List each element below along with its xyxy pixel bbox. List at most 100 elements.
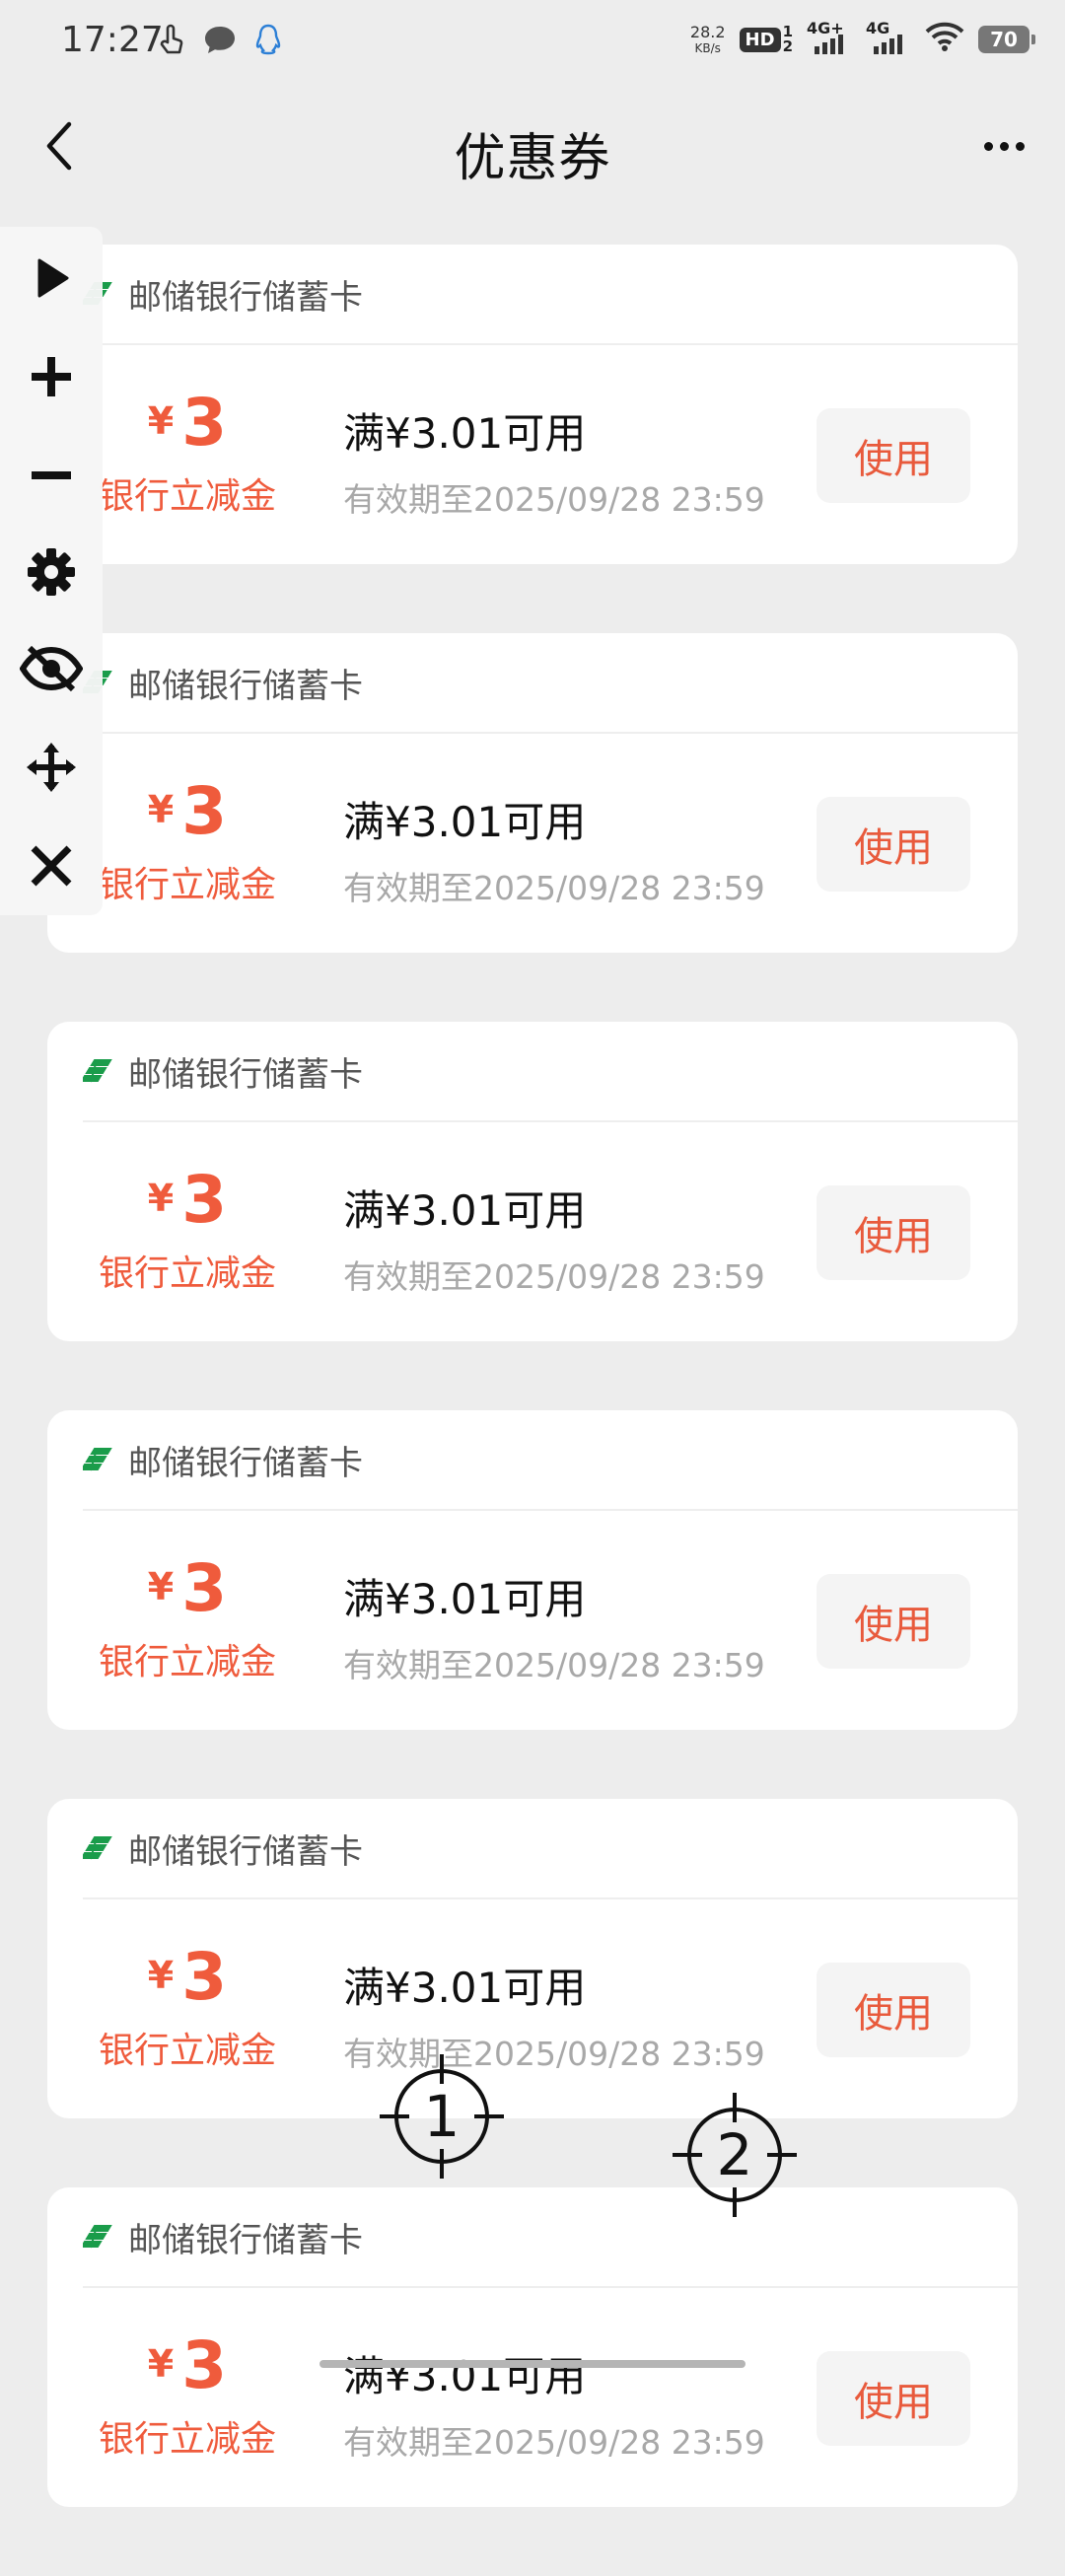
coupon-amount: ¥3 — [47, 2333, 327, 2398]
coupon-list: 邮储银行储蓄卡 ¥3 银行立减金 满¥3.01可用 有效期至2025/09/28… — [47, 245, 1018, 2576]
coupon-card[interactable]: 邮储银行储蓄卡 ¥3 银行立减金 满¥3.01可用 有效期至2025/09/28… — [47, 2187, 1018, 2507]
network-speed-unit: KB/s — [694, 41, 721, 55]
tap-marker-1: 1 — [380, 2054, 504, 2179]
more-options-button[interactable] — [972, 122, 1035, 170]
network-speed: 28.2 KB/s — [689, 23, 726, 56]
amount-value: 3 — [181, 2327, 228, 2403]
postal-bank-logo-icon — [83, 1833, 112, 1863]
use-coupon-button[interactable]: 使用 — [816, 408, 970, 503]
minus-icon — [32, 471, 71, 479]
coupon-condition: 满¥3.01可用 — [343, 409, 587, 458]
move-toolbar-handle[interactable] — [0, 728, 103, 807]
zoom-in-button[interactable] — [0, 337, 103, 416]
postal-bank-logo-icon — [83, 1445, 112, 1474]
close-toolbar-button[interactable] — [0, 826, 103, 905]
coupon-condition: 满¥3.01可用 — [343, 798, 587, 846]
coupon-amount-box: ¥3 银行立减金 — [47, 1168, 327, 1296]
coupon-card-header: 邮储银行储蓄卡 — [83, 1022, 1018, 1122]
currency-symbol: ¥ — [147, 788, 175, 831]
more-dots-icon — [983, 141, 993, 151]
floating-toolbar — [0, 227, 103, 915]
zoom-out-button[interactable] — [0, 436, 103, 515]
coupon-type-label: 银行立减金 — [98, 2031, 276, 2071]
use-coupon-button[interactable]: 使用 — [816, 1185, 970, 1280]
coupon-type-label: 银行立减金 — [98, 1253, 276, 1294]
coupon-expiry: 有效期至2025/09/28 23:59 — [343, 869, 765, 907]
use-coupon-button[interactable]: 使用 — [816, 1963, 970, 2057]
tap-marker-2: 2 — [673, 2093, 797, 2217]
coupon-amount-box: ¥3 银行立减金 — [47, 1556, 327, 1684]
currency-symbol: ¥ — [147, 1177, 175, 1220]
coupon-card[interactable]: 邮储银行储蓄卡 ¥3 银行立减金 满¥3.01可用 有效期至2025/09/28… — [47, 633, 1018, 953]
use-coupon-button[interactable]: 使用 — [816, 2351, 970, 2446]
sim2-network-label: 4G — [866, 19, 890, 37]
coupon-amount-box: ¥3 银行立减金 — [47, 1945, 327, 2073]
coupon-card[interactable]: 邮储银行储蓄卡 ¥3 银行立减金 满¥3.01可用 有效期至2025/09/28… — [47, 245, 1018, 564]
coupon-card-header: 邮储银行储蓄卡 — [83, 245, 1018, 345]
wifi-icon — [925, 22, 964, 57]
coupon-card-header: 邮储银行储蓄卡 — [83, 2187, 1018, 2288]
status-time: 17:27 — [61, 20, 164, 60]
coupon-expiry: 有效期至2025/09/28 23:59 — [343, 480, 765, 519]
eye-off-icon — [20, 645, 83, 692]
network-speed-value: 28.2 — [689, 23, 726, 41]
amount-value: 3 — [181, 1550, 228, 1626]
coupon-card[interactable]: 邮储银行储蓄卡 ¥3 银行立减金 满¥3.01可用 有效期至2025/09/28… — [47, 1410, 1018, 1730]
use-coupon-button[interactable]: 使用 — [816, 797, 970, 892]
coupon-amount: ¥3 — [47, 1945, 327, 2010]
currency-symbol: ¥ — [147, 1565, 175, 1609]
coupon-condition: 满¥3.01可用 — [343, 1575, 587, 1623]
coupon-expiry: 有效期至2025/09/28 23:59 — [343, 2423, 765, 2462]
coupon-type-label: 银行立减金 — [98, 2419, 276, 2460]
amount-value: 3 — [181, 385, 228, 461]
page-title: 优惠券 — [454, 129, 611, 188]
coupon-condition: 满¥3.01可用 — [343, 1186, 587, 1235]
coupon-card-header: 邮储银行储蓄卡 — [83, 1410, 1018, 1511]
coupon-card[interactable]: 邮储银行储蓄卡 ¥3 银行立减金 满¥3.01可用 有效期至2025/09/28… — [47, 1799, 1018, 2118]
signal-sim1-icon: 4G+ — [807, 19, 852, 54]
plus-icon — [32, 357, 71, 396]
hd-sub-2: 2 — [782, 37, 793, 55]
postal-bank-logo-icon — [83, 2222, 112, 2252]
status-notification-icons — [158, 22, 282, 61]
bank-name: 邮储银行储蓄卡 — [128, 2220, 363, 2260]
bank-name: 邮储银行储蓄卡 — [128, 277, 363, 318]
coupon-amount: ¥3 — [47, 1168, 327, 1233]
coupon-condition: 满¥3.01可用 — [343, 1964, 587, 2012]
amount-value: 3 — [181, 1162, 228, 1238]
bank-name: 邮储银行储蓄卡 — [128, 1443, 363, 1483]
settings-button[interactable] — [0, 533, 103, 611]
currency-symbol: ¥ — [147, 1954, 175, 1997]
marker-2-label: 2 — [716, 2121, 753, 2188]
signal-sim2-icon: 4G — [866, 19, 911, 54]
use-coupon-button[interactable]: 使用 — [816, 1574, 970, 1669]
play-icon — [37, 258, 69, 298]
hide-toolbar-button[interactable] — [0, 629, 103, 708]
battery-level: 70 — [990, 28, 1018, 51]
bank-name: 邮储银行储蓄卡 — [128, 1831, 363, 1872]
coupon-card[interactable]: 邮储银行储蓄卡 ¥3 银行立减金 满¥3.01可用 有效期至2025/09/28… — [47, 1022, 1018, 1341]
bank-name: 邮储银行储蓄卡 — [128, 1054, 363, 1095]
coupon-expiry: 有效期至2025/09/28 23:59 — [343, 1646, 765, 1684]
move-icon — [27, 743, 76, 792]
currency-symbol: ¥ — [147, 2342, 175, 2386]
status-bar: 17:27 28.2 KB/s HD 1 2 4G+ 4G 70 — [0, 0, 1065, 79]
message-bubble-icon — [203, 24, 237, 59]
hd-volte-icon: HD 1 2 — [739, 25, 793, 55]
coupon-amount: ¥3 — [47, 1556, 327, 1621]
qq-penguin-icon — [254, 24, 282, 59]
close-icon — [31, 845, 72, 887]
coupon-card-header: 邮储银行储蓄卡 — [83, 633, 1018, 734]
coupon-expiry: 有效期至2025/09/28 23:59 — [343, 1257, 765, 1296]
home-indicator[interactable] — [320, 2360, 746, 2368]
coupon-condition: 满¥3.01可用 — [343, 2352, 587, 2400]
coupon-amount-box: ¥3 银行立减金 — [47, 2333, 327, 2462]
marker-1-label: 1 — [423, 2083, 461, 2150]
touch-gesture-icon — [158, 23, 185, 60]
sim1-network-label: 4G+ — [807, 19, 844, 37]
amount-value: 3 — [181, 1939, 228, 2015]
amount-value: 3 — [181, 773, 228, 849]
play-button[interactable] — [0, 239, 103, 318]
gear-icon — [28, 548, 75, 596]
status-system-icons: 28.2 KB/s HD 1 2 4G+ 4G 70 — [689, 18, 1035, 61]
